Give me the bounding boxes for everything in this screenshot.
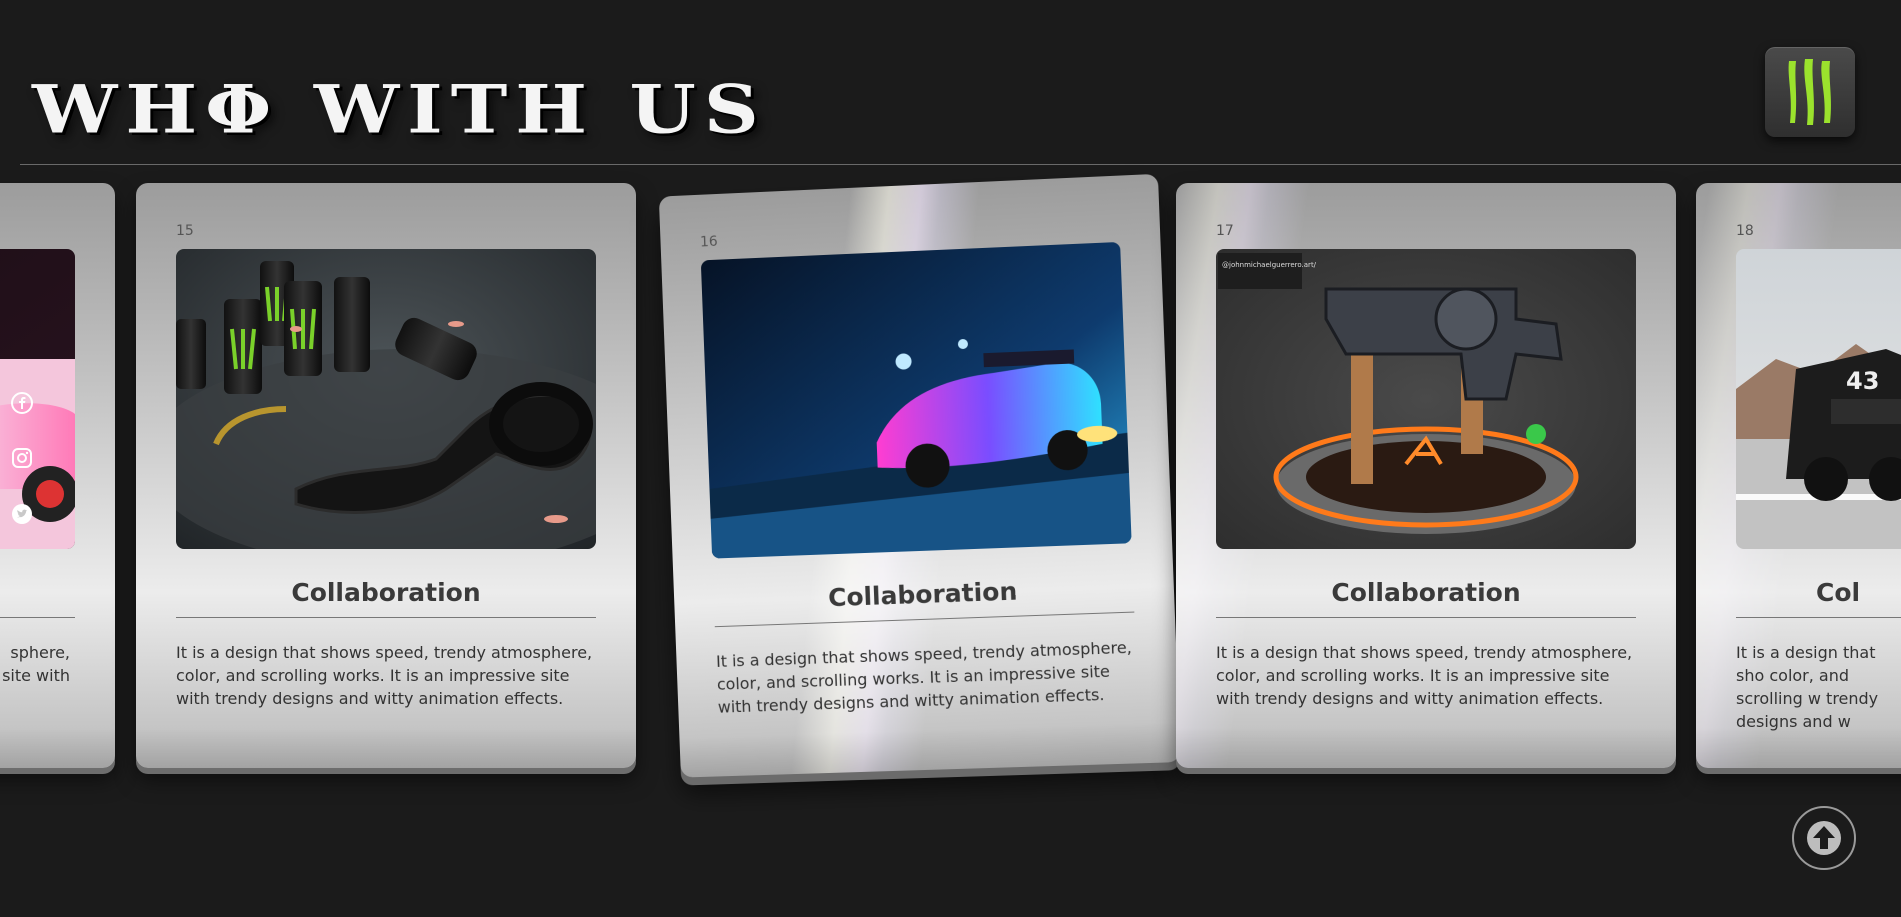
card-image: 43 xyxy=(1736,249,1901,549)
instagram-icon[interactable] xyxy=(7,443,37,473)
logo-button[interactable] xyxy=(1765,47,1855,137)
svg-text:43: 43 xyxy=(1846,367,1879,395)
card-title: Collaboration xyxy=(827,576,1018,613)
collab-card-partial-left[interactable]: sphere, site with xyxy=(0,183,115,768)
card-title: Collaboration xyxy=(1331,578,1521,607)
card-description: It is a design that shows speed, trendy … xyxy=(176,643,593,708)
page-title: WHΦ WITH US xyxy=(32,70,767,149)
facebook-icon[interactable] xyxy=(7,388,37,418)
card-image xyxy=(700,241,1132,559)
card-divider xyxy=(0,617,75,618)
scroll-to-top-button[interactable] xyxy=(1792,806,1856,870)
card-number: 17 xyxy=(1216,223,1234,239)
card-number: 15 xyxy=(176,223,194,239)
card-divider xyxy=(176,617,596,618)
card-title: Collaboration xyxy=(291,578,481,607)
collaboration-carousel-page: WHΦ WITH US sphere, site with 15 Collabo… xyxy=(0,0,1901,917)
card-description: It is a design that shows speed, trendy … xyxy=(1216,643,1633,708)
card-description: It is a design that sho color, and scrol… xyxy=(1736,643,1879,731)
card-description: It is a design that shows speed, trendy … xyxy=(715,637,1133,717)
collab-card-17[interactable]: 17 @johnmichaelguerrero.art/ Collaborati… xyxy=(1176,183,1676,768)
card-number: 16 xyxy=(699,233,719,251)
arrow-up-icon xyxy=(1807,821,1841,855)
card-title: Col xyxy=(1816,578,1861,607)
card-divider xyxy=(1736,617,1901,618)
title-divider xyxy=(20,164,1901,165)
collab-card-15[interactable]: 15 Collaboration It is a design that sho… xyxy=(136,183,636,768)
card-description: sphere, site with xyxy=(2,643,70,685)
monster-claw-icon xyxy=(1788,59,1831,125)
card-number: 18 xyxy=(1736,223,1754,239)
card-image: @johnmichaelguerrero.art/ xyxy=(1216,249,1636,549)
card-image xyxy=(176,249,596,549)
card-divider xyxy=(1216,617,1636,618)
twitter-icon[interactable] xyxy=(7,499,37,529)
watermark-text: @johnmichaelguerrero.art/ xyxy=(1222,261,1317,269)
collab-card-16[interactable]: 16 Collaboration It is a design that sho… xyxy=(658,173,1181,778)
collab-card-18[interactable]: 18 43 Col It is a design that sho color,… xyxy=(1696,183,1901,768)
